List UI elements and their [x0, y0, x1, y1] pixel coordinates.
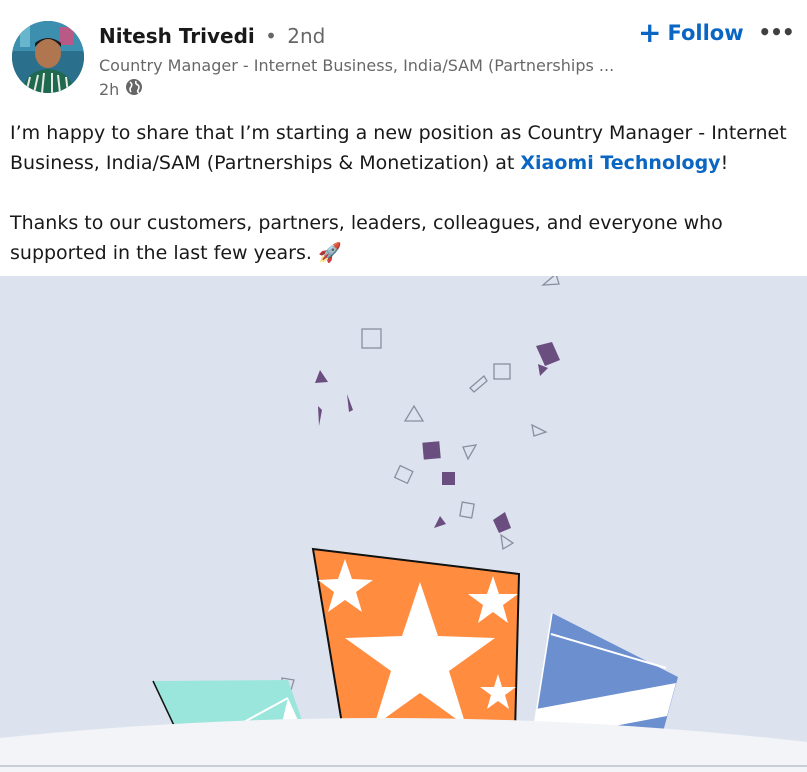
confetti-piece — [422, 441, 441, 460]
commentary-paragraph-1: I’m happy to share that I’m starting a n… — [10, 118, 800, 178]
post-meta: 2h — [99, 78, 143, 100]
author-headline: Country Manager - Internet Business, Ind… — [99, 56, 614, 75]
post-header: Nitesh Trivedi • 2nd Country Manager - I… — [0, 0, 807, 110]
company-mention-link[interactable]: Xiaomi Technology — [520, 152, 720, 174]
more-horizontal-icon: ••• — [758, 20, 794, 44]
celebration-illustration — [0, 276, 807, 772]
follow-label: Follow — [667, 21, 744, 45]
globe-icon — [125, 78, 143, 100]
confetti-piece — [442, 472, 455, 485]
post-time: 2h — [99, 79, 120, 99]
feed-post-card: Nitesh Trivedi • 2nd Country Manager - I… — [0, 0, 807, 772]
author-name-row: Nitesh Trivedi • 2nd — [99, 24, 325, 48]
follow-button[interactable]: + Follow — [630, 16, 752, 50]
avatar-photo — [12, 21, 84, 93]
commentary-text-1-end: ! — [720, 152, 729, 174]
author-name[interactable]: Nitesh Trivedi — [99, 24, 255, 48]
name-separator: • — [265, 24, 277, 48]
post-commentary: I’m happy to share that I’m starting a n… — [10, 118, 800, 268]
connection-degree: 2nd — [287, 24, 326, 48]
commentary-text-2: Thanks to our customers, partners, leade… — [10, 212, 723, 264]
plus-icon: + — [638, 16, 662, 49]
commentary-paragraph-2: Thanks to our customers, partners, leade… — [10, 208, 800, 268]
rocket-emoji: 🚀 — [317, 242, 342, 264]
more-options-button[interactable]: ••• — [757, 18, 795, 46]
post-image[interactable] — [0, 276, 807, 772]
author-avatar[interactable] — [12, 21, 84, 93]
